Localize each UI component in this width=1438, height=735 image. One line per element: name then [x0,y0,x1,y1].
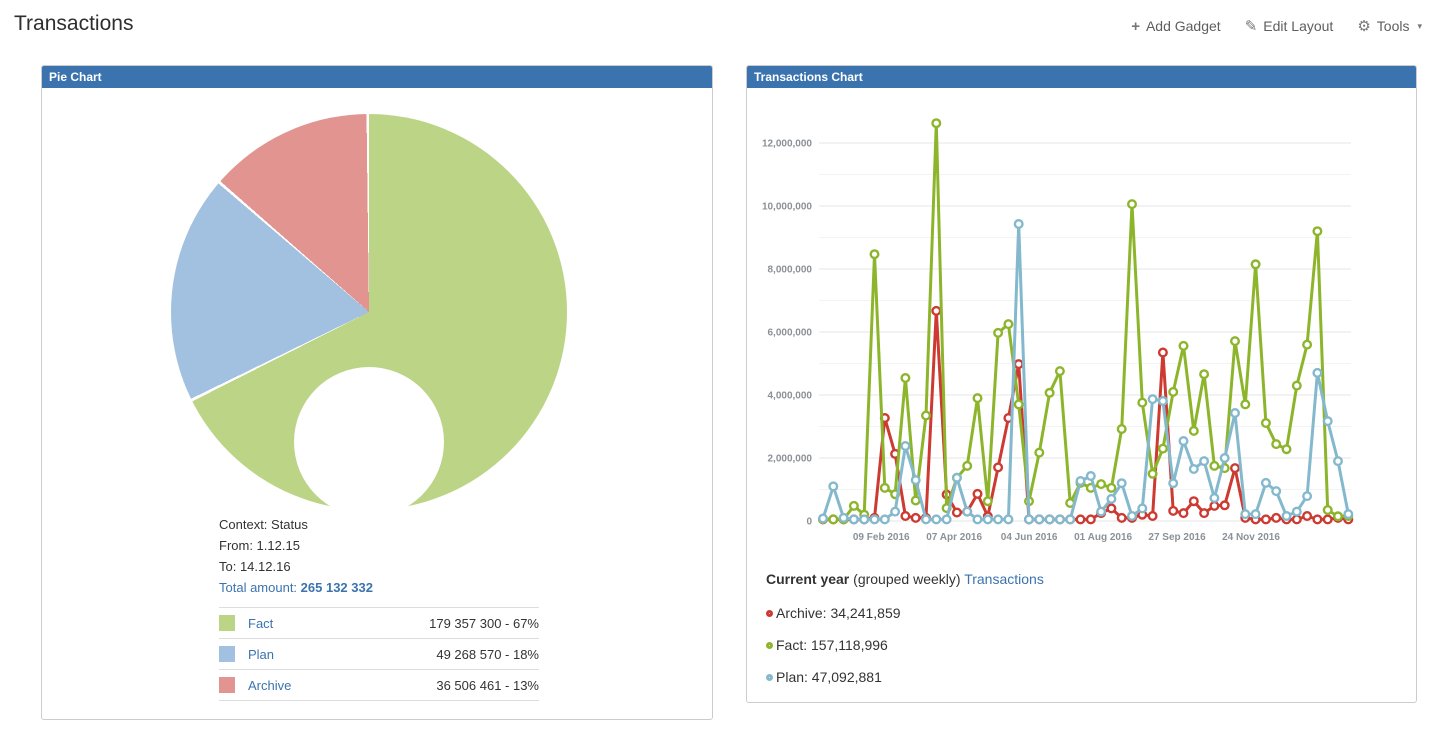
legend-heading: Current year (grouped weekly) Transactio… [766,571,1044,587]
pie-from-line: From: 1.12.15 [219,535,373,556]
series-legend-list: Archive: 34,241,859 Fact: 157,118,996 Plan… [766,597,1044,693]
series-marker-icon [766,674,773,681]
pencil-icon: ✎ [1245,19,1258,34]
dashboard-toolbar: + Add Gadget ✎ Edit Layout ⚙ Tools ▾ [1131,18,1422,34]
pie-legend-table: Fact 179 357 300 - 67% Plan 49 268 570 - 18… [219,607,539,701]
pie-total-label: Total amount: [219,580,301,595]
series-legend-text: Archive: 34,241,859 [776,605,901,621]
tools-menu-button[interactable]: ⚙ Tools ▾ [1357,18,1422,34]
svg-text:01 Aug 2016: 01 Aug 2016 [1074,532,1132,543]
svg-text:10,000,000: 10,000,000 [762,202,812,213]
svg-text:8,000,000: 8,000,000 [768,265,813,276]
transactions-chart-gadget: Transactions Chart 0 2,000,000 4,000,000 6,… [746,65,1417,703]
series-legend-item: Fact: 157,118,996 [766,629,1044,661]
pie-row-value: 179 357 300 - 67% [429,616,539,631]
series-legend-item: Archive: 34,241,859 [766,597,1044,629]
series-legend-text: Fact: 157,118,996 [776,637,888,653]
add-gadget-button[interactable]: + Add Gadget [1131,18,1221,34]
pie-row-value: 49 268 570 - 18% [436,647,539,662]
svg-text:2,000,000: 2,000,000 [768,454,813,465]
svg-text:4,000,000: 4,000,000 [768,391,813,402]
legend-subtitle: (grouped weekly) [849,571,964,587]
transactions-line-chart: 0 2,000,000 4,000,000 6,000,000 8,000,000 10,… [747,96,1416,556]
svg-text:09 Feb 2016: 09 Feb 2016 [853,532,910,543]
edit-layout-label: Edit Layout [1263,18,1333,34]
legend-title: Current year [766,571,849,587]
pie-to-line: To: 14.12.16 [219,556,373,577]
pie-info-block: Context: Status From: 1.12.15 To: 14.12.… [219,514,373,598]
svg-text:27 Sep 2016: 27 Sep 2016 [1148,532,1206,543]
series-legend-item: Plan: 47,092,881 [766,661,1044,693]
svg-text:6,000,000: 6,000,000 [768,328,813,339]
add-gadget-label: Add Gadget [1146,18,1221,34]
pie-chart-gadget: Pie Chart Context: Status From: 1.12.15 … [41,65,713,720]
pie-total-line: Total amount: 265 132 332 [219,577,373,598]
svg-text:12,000,000: 12,000,000 [762,139,812,150]
svg-text:07 Apr 2016: 07 Apr 2016 [926,532,982,543]
line-chart-legend: Current year (grouped weekly) Transactio… [766,571,1044,693]
pie-row-label-link[interactable]: Archive [248,678,291,693]
legend-swatch-icon [219,677,235,693]
page-title: Transactions [14,12,133,36]
pie-table-row: Fact 179 357 300 - 67% [219,608,539,639]
pie-table-row: Plan 49 268 570 - 18% [219,639,539,670]
svg-text:04 Jun 2016: 04 Jun 2016 [1001,532,1058,543]
legend-swatch-icon [219,646,235,662]
svg-text:24 Nov 2016: 24 Nov 2016 [1222,532,1280,543]
series-marker-icon [766,642,773,649]
gear-icon: ⚙ [1357,19,1370,34]
line-gadget-header[interactable]: Transactions Chart [747,66,1416,88]
donut-hole [294,367,444,517]
edit-layout-button[interactable]: ✎ Edit Layout [1245,18,1334,34]
svg-text:0: 0 [806,517,812,528]
transactions-link[interactable]: Transactions [964,571,1044,587]
legend-swatch-icon [219,615,235,631]
chevron-down-icon: ▾ [1417,21,1422,32]
line-chart-area: 0 2,000,000 4,000,000 6,000,000 8,000,000 10,… [747,96,1416,561]
series-marker-icon [766,610,773,617]
pie-row-label-link[interactable]: Plan [248,647,274,662]
pie-table-row: Archive 36 506 461 - 13% [219,670,539,701]
pie-row-value: 36 506 461 - 13% [436,678,539,693]
pie-row-label-link[interactable]: Fact [248,616,273,631]
tools-label: Tools [1377,18,1410,34]
plus-icon: + [1131,19,1140,34]
pie-total-value: 265 132 332 [301,580,373,595]
pie-context-line: Context: Status [219,514,373,535]
pie-gadget-header[interactable]: Pie Chart [42,66,712,88]
series-legend-text: Plan: 47,092,881 [776,669,882,685]
